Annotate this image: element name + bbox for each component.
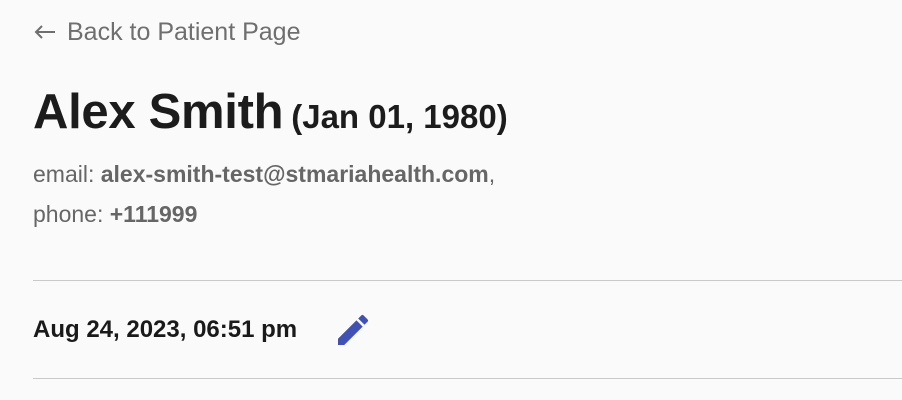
pencil-icon bbox=[338, 314, 369, 345]
patient-phone: +111999 bbox=[109, 201, 198, 227]
back-to-patient-link[interactable]: Back to Patient Page bbox=[33, 16, 300, 48]
phone-label: phone: bbox=[33, 201, 110, 227]
back-link-label: Back to Patient Page bbox=[67, 17, 301, 46]
patient-header: Alex Smith (Jan 01, 1980) bbox=[33, 84, 508, 140]
entry-row: Aug 24, 2023, 06:51 pm bbox=[33, 310, 373, 350]
patient-dob: (Jan 01, 1980) bbox=[291, 98, 508, 135]
patient-name: Alex Smith bbox=[33, 85, 284, 139]
email-label: email: bbox=[33, 161, 101, 187]
entry-date: Aug 24, 2023, 06:51 pm bbox=[33, 316, 298, 343]
arrow-left-icon bbox=[33, 16, 59, 48]
divider bbox=[33, 378, 902, 379]
divider bbox=[33, 280, 902, 281]
edit-button[interactable] bbox=[333, 310, 373, 350]
patient-email: alex-smith-test@stmariahealth.com bbox=[100, 161, 489, 187]
phone-line: phone: +111999 bbox=[33, 194, 495, 234]
email-suffix: , bbox=[488, 161, 496, 187]
email-line: email: alex-smith-test@stmariahealth.com… bbox=[33, 154, 495, 194]
patient-contact: email: alex-smith-test@stmariahealth.com… bbox=[33, 154, 495, 234]
